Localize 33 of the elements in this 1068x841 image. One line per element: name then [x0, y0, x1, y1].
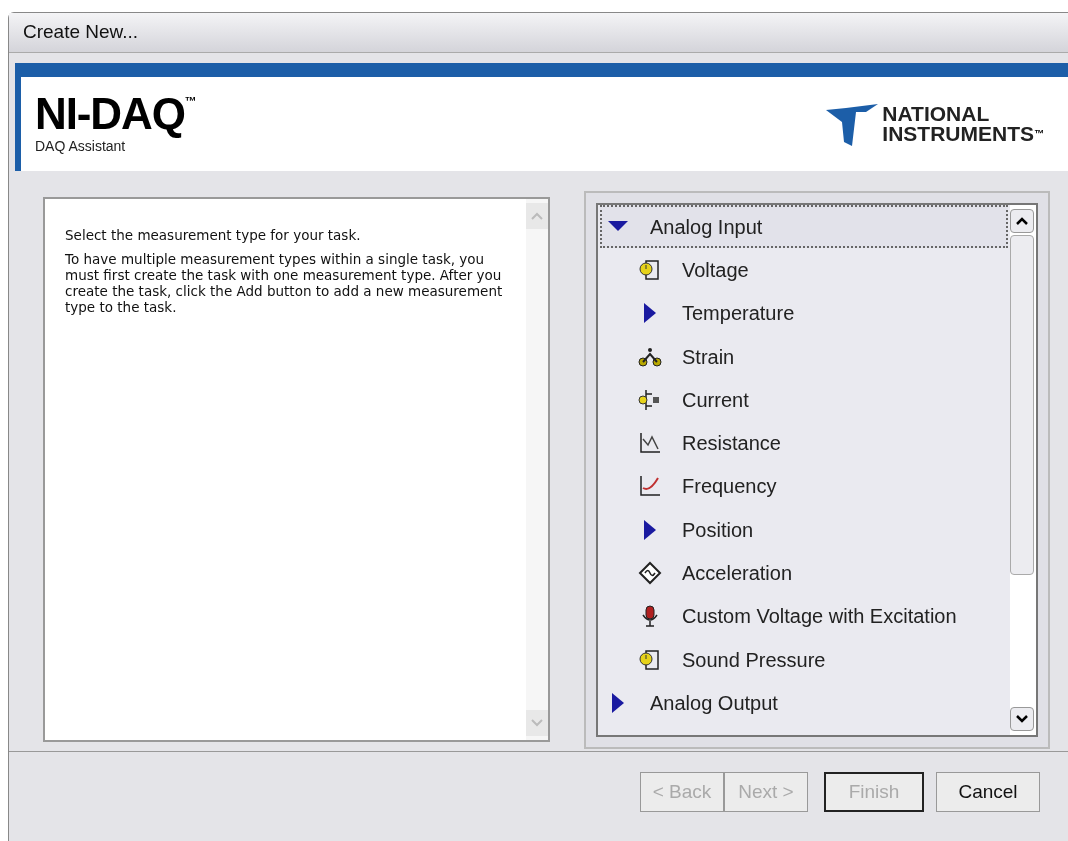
scrollbar[interactable]: [1010, 205, 1036, 735]
brand-name: INSTRUMENTS: [882, 124, 1034, 144]
tree-item[interactable]: Position: [600, 508, 1008, 552]
gauge-icon: [638, 647, 662, 672]
product-name: NI-DAQ: [35, 91, 185, 136]
chart-icon: [638, 431, 662, 456]
scroll-up-button[interactable]: [1010, 209, 1034, 233]
diamond-icon: [638, 561, 662, 585]
scroll-down-button[interactable]: [1010, 707, 1034, 731]
window-title: Create New...: [23, 20, 139, 45]
help-paragraph: To have multiple measurement types within a single task, you must first create the task with one measurement type. After you create the task, click the Add button to add a new measurement type to the task.: [65, 251, 504, 315]
eagle-logo-icon: [826, 102, 879, 146]
tree-item[interactable]: Voltage: [600, 248, 1008, 292]
tree-item[interactable]: Resistance: [600, 421, 1008, 465]
help-paragraph: Select the measurement type for your task.: [65, 227, 362, 243]
dialog-button[interactable]: Cancel: [936, 772, 1040, 812]
graph-icon: [638, 474, 662, 499]
tree-item[interactable]: Analog Output: [600, 681, 1008, 725]
trademark: ™: [184, 92, 197, 108]
tree-item[interactable]: Current: [600, 378, 1008, 422]
brand-name: NATIONAL: [882, 104, 991, 124]
product-subtitle: DAQ Assistant: [35, 137, 126, 156]
trademark: ™: [1034, 127, 1044, 141]
tree-item[interactable]: Custom Voltage with Excitation: [600, 594, 1008, 638]
tree-item[interactable]: Acceleration: [600, 551, 1008, 595]
tree-item[interactable]: Frequency: [600, 464, 1008, 509]
tree-item[interactable]: Strain: [600, 334, 1008, 379]
gauge-icon: [638, 257, 662, 282]
tree-item[interactable]: Analog Input: [600, 205, 1008, 249]
tree-item[interactable]: Sound Pressure: [600, 637, 1008, 682]
scroll-thumb[interactable]: [1010, 235, 1034, 575]
resistor-icon: [638, 387, 662, 412]
tree-item[interactable]: Temperature: [600, 291, 1008, 335]
